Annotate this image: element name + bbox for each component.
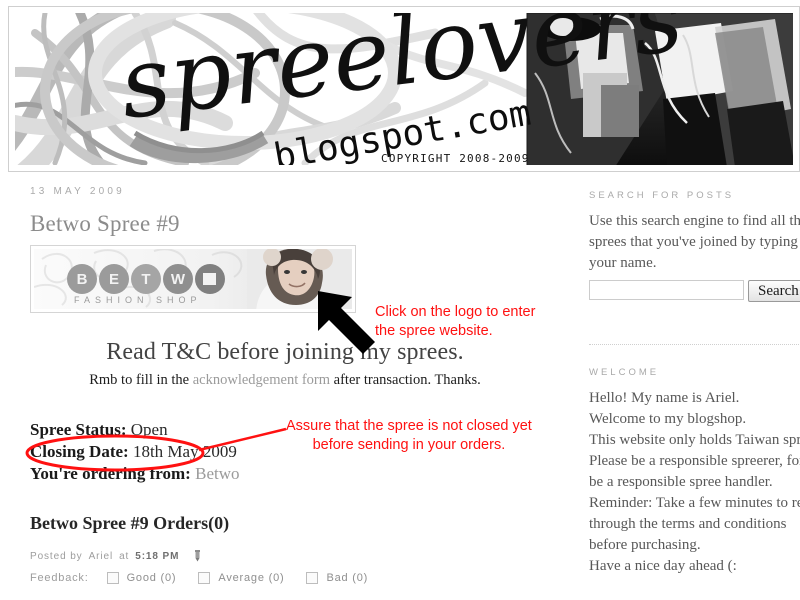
closing-date-label: Closing Date: (30, 442, 129, 461)
post-byline: Posted by Ariel at 5:18 PM (30, 550, 560, 562)
welcome-section-heading: WELCOME (589, 367, 660, 378)
post-time[interactable]: 5:18 PM (135, 551, 179, 562)
header-image: spreelovers .blogspot.com (15, 13, 793, 165)
terms-block: Read T&C before joining my sprees. Rmb t… (30, 339, 540, 389)
spree-logo-link[interactable]: B E T W FASHION SHOP (30, 245, 356, 313)
sidebar: SEARCH FOR POSTS Use this search engine … (589, 190, 800, 577)
pencil-icon[interactable] (193, 550, 202, 562)
welcome-body-line: Reminder: Take a few minutes to read (589, 495, 800, 511)
ordering-from-value: Betwo (195, 464, 240, 483)
checkbox-good[interactable] (106, 572, 119, 584)
closing-date-value: 18th May 2009 (132, 442, 237, 461)
welcome-body-line: be a responsible spree handler. (589, 474, 773, 490)
acknowledgement-form-link[interactable]: acknowledgement form (193, 372, 330, 388)
sidebar-section-welcome: WELCOME Hello! My name is Ariel. Welcome… (589, 367, 800, 577)
feedback-option-average[interactable]: Average (0) (198, 572, 284, 584)
checkbox-average[interactable] (198, 572, 211, 584)
welcome-body-line: Please be a responsible spreerer, for I … (589, 453, 800, 469)
site-header-banner: spreelovers .blogspot.com COPYRIGHT 2008… (8, 6, 800, 172)
search-form: Search (589, 280, 800, 302)
terms-subline: Rmb to fill in the acknowledgement form … (30, 372, 540, 389)
welcome-body-line: Welcome to my blogshop. (589, 411, 747, 427)
search-section-body: Use this search engine to find all the s… (589, 211, 800, 274)
sidebar-divider (589, 344, 800, 345)
betwo-logo-artwork: B E T W FASHION SHOP (34, 249, 352, 309)
spree-logo-image: B E T W FASHION SHOP (34, 249, 352, 309)
welcome-section-body: Hello! My name is Ariel. Welcome to my b… (589, 388, 800, 577)
feedback-option-good[interactable]: Good (0) (106, 572, 177, 584)
main-content-column: 13 MAY 2009 Betwo Spree #9 B E T W FASHI… (30, 186, 560, 584)
search-section-heading: SEARCH FOR POSTS (589, 190, 735, 201)
ordering-from-row: You're ordering from: Betwo (30, 463, 560, 485)
search-body-line: your name. (589, 255, 657, 271)
ordering-from-label: You're ordering from: (30, 464, 191, 483)
post-author[interactable]: Ariel (89, 551, 114, 562)
feedback-label: Feedback: (30, 572, 89, 584)
post-date: 13 MAY 2009 (30, 186, 125, 197)
search-input[interactable] (589, 280, 744, 300)
banner-artwork: spreelovers .blogspot.com (15, 13, 793, 165)
sidebar-section-search: SEARCH FOR POSTS Use this search engine … (589, 190, 800, 302)
terms-heading: Read T&C before joining my sprees. (106, 339, 464, 365)
welcome-body-line: This website only holds Taiwan sprees. (589, 432, 800, 448)
welcome-body-line: before purchasing. (589, 537, 701, 553)
welcome-body-line: through the terms and conditions (589, 516, 787, 532)
terms-sub-after: after transaction. Thanks. (330, 372, 481, 388)
welcome-body-line: Hello! My name is Ariel. (589, 390, 740, 406)
welcome-body-line: Have a nice day ahead (: (589, 558, 737, 574)
feedback-average-label: Average (0) (218, 572, 285, 584)
page-root: spreelovers .blogspot.com COPYRIGHT 2008… (0, 0, 800, 600)
annotation-status-note: Assure that the spree is not closed yet … (286, 418, 532, 453)
feedback-row: Feedback: Good (0) Average (0) Bad (0) (30, 572, 560, 584)
annotation-logo-note: Click on the logo to enter the spree web… (375, 304, 536, 339)
spree-status-value: Open (130, 420, 168, 439)
terms-sub-before: Rmb to fill in the (89, 372, 193, 388)
copyright-text: COPYRIGHT 2008-2009 (381, 152, 530, 165)
search-button[interactable]: Search (748, 280, 800, 302)
posted-by-prefix: Posted by (30, 550, 83, 562)
feedback-option-bad[interactable]: Bad (0) (306, 572, 368, 584)
search-body-line: Use this search engine to find all the (589, 213, 800, 229)
checkbox-bad[interactable] (306, 572, 319, 584)
search-body-line: sprees that you've joined by typing (589, 234, 798, 250)
posted-at-word: at (119, 550, 130, 562)
post-title: Betwo Spree #9 (30, 211, 180, 236)
spree-status-label: Spree Status: (30, 420, 127, 439)
orders-heading: Betwo Spree #9 Orders(0) (30, 513, 230, 533)
feedback-good-label: Good (0) (126, 572, 177, 584)
feedback-bad-label: Bad (0) (326, 572, 369, 584)
